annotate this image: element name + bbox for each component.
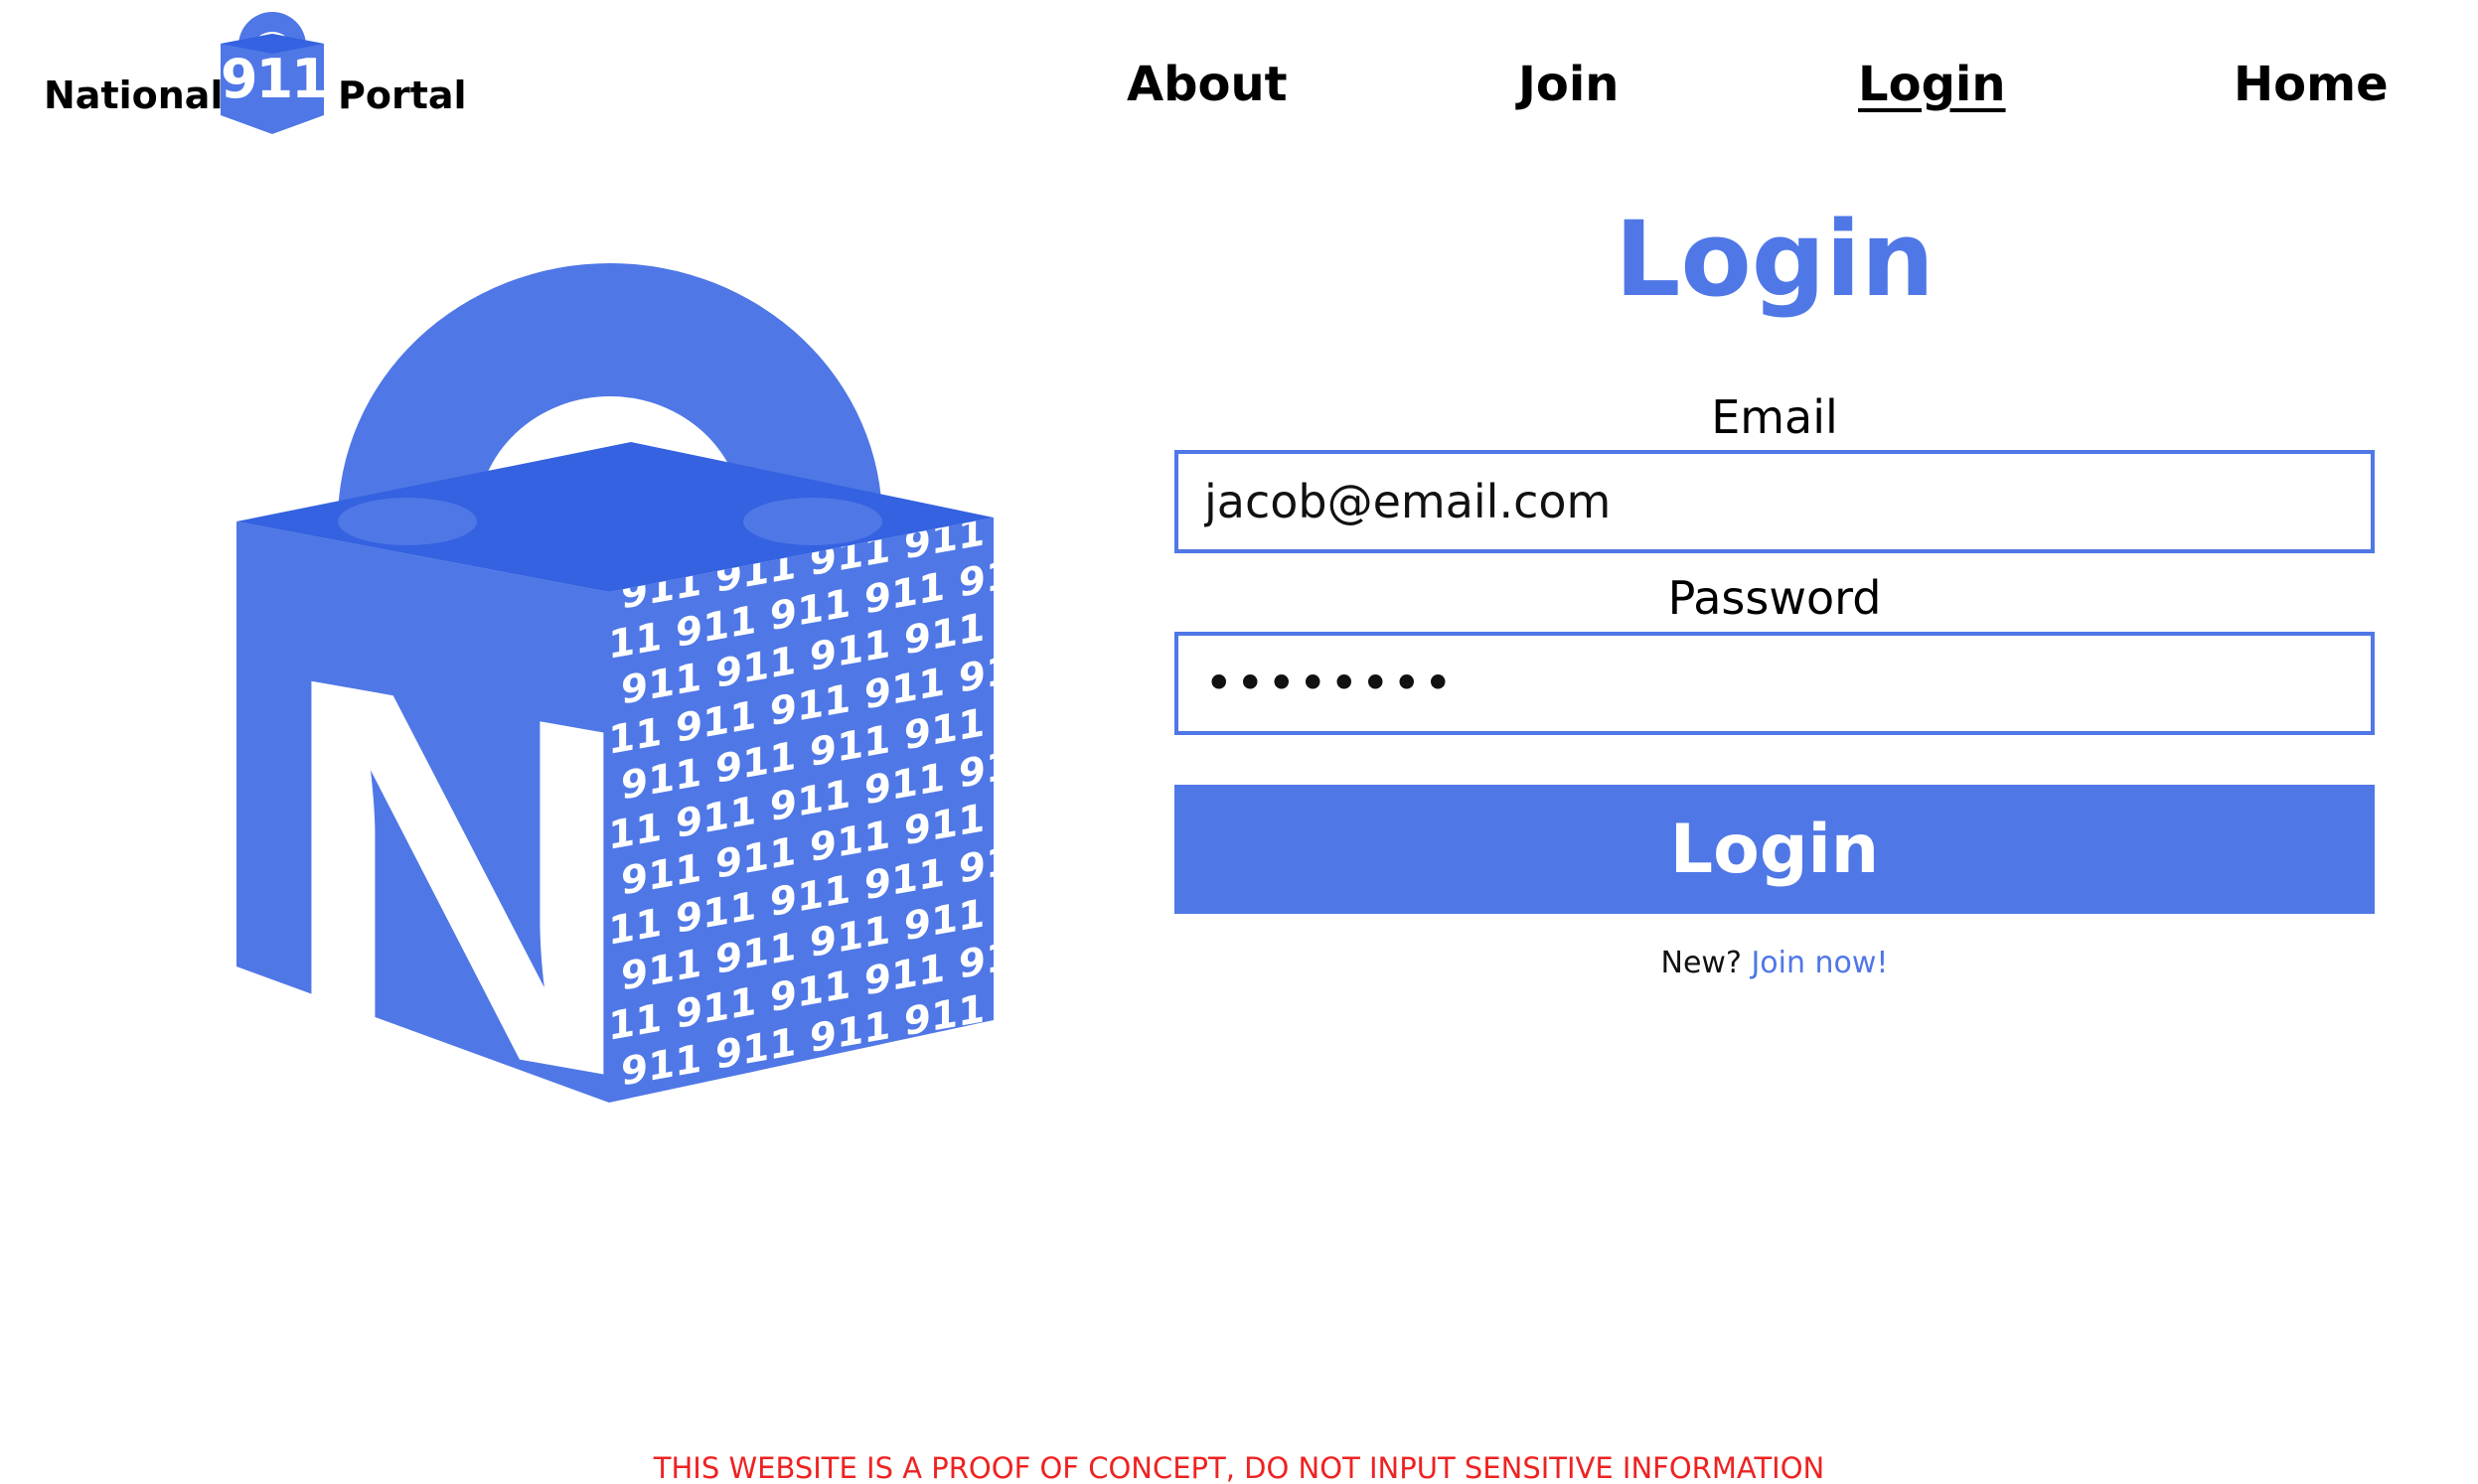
hero-letter-n: N [278,567,637,1108]
password-label: Password [1667,571,1882,625]
brand-logo-text: 911 [221,48,329,110]
padlock-illustration: N 911 911 911 911 911 911 911 911 911 91… [229,233,1004,1186]
disclaimer-banner: THIS WEBSITE IS A PROOF OF CONCEPT, DO N… [653,1451,1825,1484]
password-field[interactable] [1174,632,2375,735]
brand-word-national: National [44,74,224,117]
brand-word-portal: Portal [338,74,467,117]
email-field[interactable] [1174,450,2375,553]
join-now-link[interactable]: Join now! [1751,946,1888,980]
padlock-logo-icon: 911 [221,10,329,134]
brand-logo[interactable]: National 911 Portal [44,10,471,134]
nav-login[interactable]: Login [1858,50,2006,119]
page-title: Login [1615,199,1935,320]
nav-about[interactable]: About [1127,50,1288,119]
email-label: Email [1711,390,1838,444]
signup-prompt: New? Join now! [1174,940,2375,987]
nav-join[interactable]: Join [1518,50,1619,119]
nav-home[interactable]: Home [2234,50,2389,119]
signup-prompt-text: New? [1660,946,1742,980]
login-button[interactable]: Login [1174,785,2375,914]
